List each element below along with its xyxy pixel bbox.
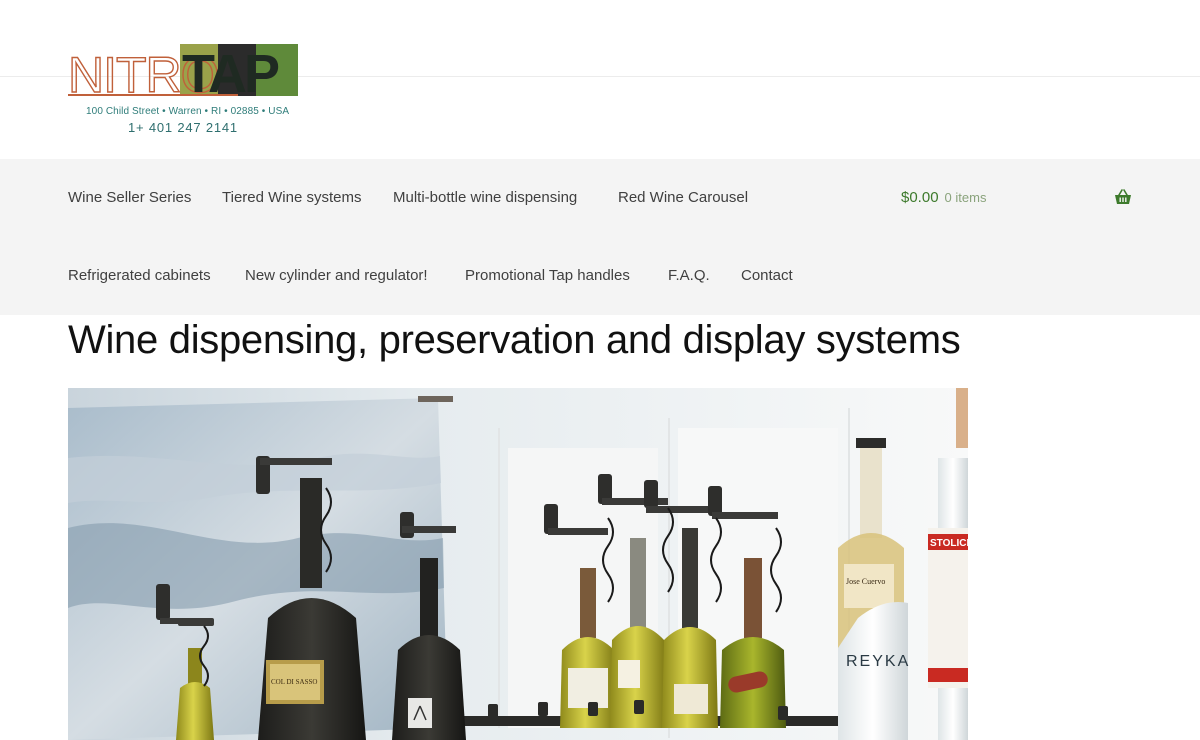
nav-item-contact[interactable]: Contact [741, 267, 793, 284]
nav-item-faq[interactable]: F.A.Q. [668, 267, 710, 284]
logo-brand-right: TAP [182, 44, 279, 98]
cart-amount: $0.00 [901, 189, 939, 206]
cart-summary-link[interactable]: $0.00 0 items [901, 189, 986, 207]
hero-label-tequila: Jose Cuervo [846, 577, 885, 586]
primary-navigation: Wine Seller Series Tiered Wine systems M… [0, 159, 1200, 315]
nav-item-refrigerated-cabinets[interactable]: Refrigerated cabinets [68, 267, 211, 284]
hero-label-reyka: REYKA [846, 653, 910, 670]
cart-item-count: 0 items [944, 190, 987, 205]
nav-item-tiered-wine-systems[interactable]: Tiered Wine systems [222, 189, 361, 206]
basket-icon[interactable] [1114, 189, 1132, 205]
nav-item-multi-bottle-wine-dispensing[interactable]: Multi-bottle wine dispensing [393, 189, 577, 206]
nav-item-promotional-tap-handles[interactable]: Promotional Tap handles [465, 267, 630, 284]
logo-phone: 1+ 401 247 2141 [128, 120, 238, 135]
nav-item-new-cylinder-and-regulator[interactable]: New cylinder and regulator! [245, 267, 428, 284]
site-logo[interactable]: NITRO TAP 100 Child Street • Warren • RI… [68, 42, 300, 138]
nav-item-red-wine-carousel[interactable]: Red Wine Carousel [618, 189, 748, 206]
hero-label-magnum: COL DI SASSO [271, 678, 317, 686]
hero-image-wine-dispensers: COL DI SASSO Jose Cuervo REYKA STOLIC [68, 388, 968, 740]
hero-label-stoli: STOLICH [930, 538, 968, 549]
logo-underline [68, 94, 238, 96]
nav-item-wine-seller-series[interactable]: Wine Seller Series [68, 189, 191, 206]
page-title: Wine dispensing, preservation and displa… [68, 318, 961, 362]
logo-address: 100 Child Street • Warren • RI • 02885 •… [86, 106, 290, 117]
nitrotap-logo-mark: NITRO TAP [68, 44, 298, 98]
